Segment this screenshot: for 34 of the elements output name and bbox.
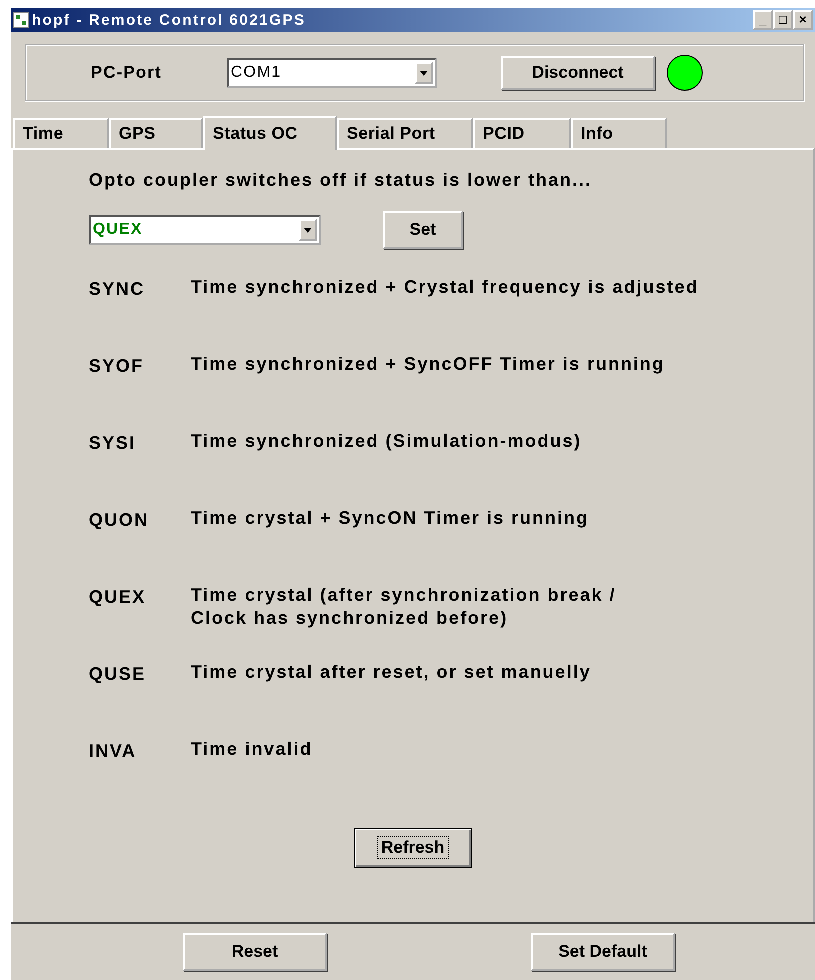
disconnect-button[interactable]: Disconnect — [501, 56, 655, 90]
set-button[interactable]: Set — [383, 211, 463, 249]
tab[interactable]: GPS — [109, 118, 203, 148]
footer-button[interactable]: Reset — [183, 933, 327, 971]
tab[interactable]: Info — [571, 118, 667, 148]
port-label: PC-Port — [91, 63, 163, 83]
status-description: Time invalid — [191, 738, 313, 761]
refresh-button[interactable]: Refresh — [354, 828, 472, 868]
status-description: Time crystal after reset, or set manuelly — [191, 661, 592, 684]
port-dropdown[interactable]: COM1 — [227, 58, 437, 88]
tab[interactable]: Serial Port — [337, 118, 473, 148]
tab[interactable]: Time — [13, 118, 109, 148]
tab[interactable]: Status OC — [203, 116, 337, 150]
status-code: SYOF — [89, 356, 146, 377]
window-control-button[interactable]: _ — [753, 10, 773, 30]
tab[interactable]: PCID — [473, 118, 571, 148]
window-control-button[interactable]: □ — [773, 10, 793, 30]
status-code: SYNC — [89, 279, 146, 300]
status-code: SYSI — [89, 433, 138, 454]
status-code: QUSE — [89, 664, 148, 685]
app-icon — [13, 12, 29, 28]
instruction-text: Opto coupler switches off if status is lower than... — [89, 170, 594, 191]
window-control-button[interactable]: × — [793, 10, 813, 30]
window-title: hopf - Remote Control 6021GPS — [32, 12, 307, 28]
footer-button[interactable]: Set Default — [531, 933, 675, 971]
status-description: Time synchronized + SyncOFF Timer is running — [191, 353, 665, 376]
status-description: Time crystal + SyncON Timer is running — [191, 507, 589, 530]
status-description: Time synchronized + Crystal frequency is adjusted — [191, 276, 699, 299]
status-code: INVA — [89, 741, 138, 762]
status-description: Time crystal (after synchronization break / Clock has synchronized before) — [191, 584, 616, 630]
status-code: QUON — [89, 510, 150, 531]
status-code: QUEX — [89, 587, 148, 608]
status-description: Time synchronized (Simulation-modus) — [191, 430, 582, 453]
status-dropdown[interactable]: QUEX — [89, 215, 321, 245]
